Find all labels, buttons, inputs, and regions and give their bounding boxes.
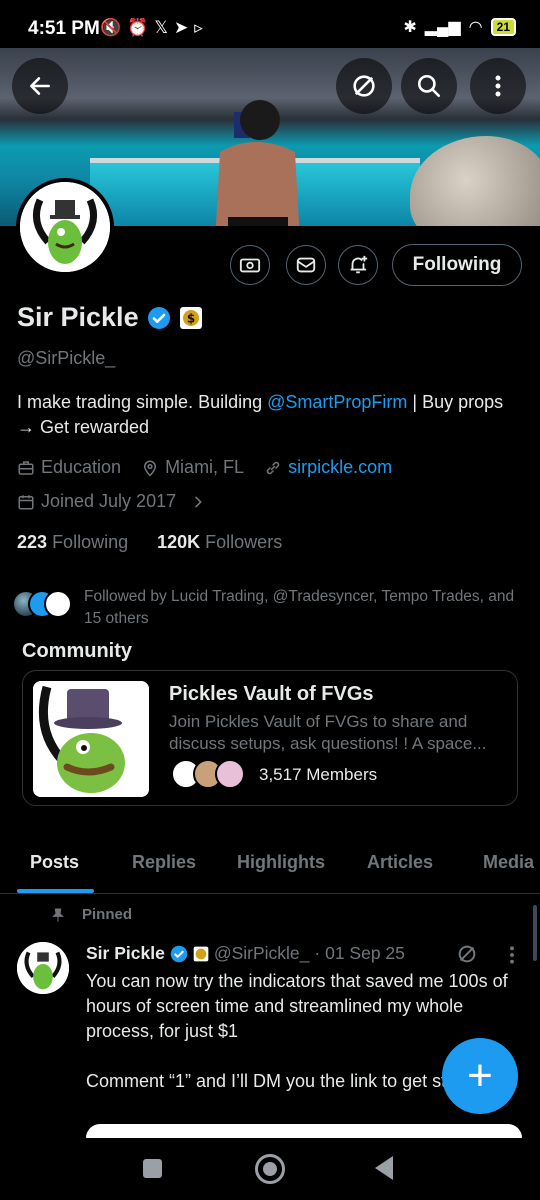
grok-icon[interactable] [456,943,478,965]
pin-icon [52,908,64,922]
post-author-avatar[interactable] [17,942,69,994]
profile-joined: Joined July 2017 [41,491,177,511]
followed-by-avatars[interactable] [12,588,82,624]
chevron-right-icon [195,496,202,507]
bio-text-1: I make trading simple. Building [17,392,268,412]
affiliate-badge-icon [193,946,209,961]
tab-articles[interactable]: Articles [367,852,433,873]
banner-rock [410,136,540,226]
message-button[interactable] [286,245,326,285]
profile-category[interactable]: Education [41,457,121,478]
community-section-title: Community [22,640,132,662]
subscribe-button[interactable] [230,245,270,285]
bell-plus-icon [350,255,368,274]
pinned-label: Pinned [82,906,133,923]
followed-by-text[interactable]: Followed by Lucid Trading, @Tradesyncer,… [84,586,524,630]
battery-icon: 21 [490,18,516,36]
banner-person [215,100,300,226]
money-icon [239,258,261,273]
community-card[interactable]: Pickles Vault of FVGs Join Pickles Vault… [22,670,518,806]
profile-meta-row: Education Miami, FL sirpickle.com [17,457,392,478]
follower-avatar [44,590,72,618]
link-icon [266,461,280,474]
profile-tabs: Posts Replies Highlights Articles Media [0,838,540,894]
followers-stat[interactable]: 120K Followers [157,532,282,552]
profile-name: Sir Pickle [17,302,139,332]
grok-icon [353,75,375,97]
calendar-icon [18,494,34,509]
active-tab-indicator [17,889,94,893]
profile-name-row: Sir Pickle $ [17,302,203,333]
tab-replies[interactable]: Replies [132,852,196,873]
verified-badge-icon[interactable] [147,306,171,330]
recents-button[interactable] [143,1159,162,1178]
bluetooth-icon: ✱ [403,19,417,36]
community-member-avatars [171,759,251,791]
followers-label: Followers [205,532,283,552]
grok-button[interactable] [336,58,392,114]
profile-bio: I make trading simple. Building @SmartPr… [17,390,517,440]
community-members: 3,517 Members [259,765,378,784]
followers-count: 120K [157,532,201,552]
member-avatar [215,759,245,789]
profile-website-link[interactable]: sirpickle.com [288,457,392,478]
affiliate-badge-icon[interactable]: $ [179,306,203,330]
following-count: 223 [17,532,48,552]
envelope-icon [296,257,316,273]
tab-highlights[interactable]: Highlights [237,852,325,873]
pickle-avatar-image [17,942,69,994]
compose-post-button[interactable]: + [442,1038,518,1114]
verified-badge-icon [170,945,188,962]
android-nav-bar [0,1138,540,1200]
back-arrow-icon [30,77,50,95]
profile-handle: @SirPickle_ [17,348,116,368]
system-icons: ✱ ▂▄▆ ◠ 21 [403,17,516,37]
community-image [33,681,149,797]
clock: 4:51 PM [28,18,100,39]
following-stat[interactable]: 223 Following [17,532,128,552]
home-button[interactable] [255,1154,285,1184]
post-author-handle: @SirPickle_ [213,943,310,963]
community-pickle-image [33,681,149,797]
bio-mention-link[interactable]: @SmartPropFirm [267,392,407,412]
profile-stats: 223 Following 120K Followers [17,532,282,553]
community-description: Join Pickles Vault of FVGs to share and … [169,712,487,753]
status-bar: 4:51 PM 🔇⏰𝕏➤▹ ✱ ▂▄▆ ◠ 21 [0,0,540,48]
post-date: · 01 Sep 25 [314,943,405,963]
more-button[interactable] [470,58,526,114]
following-button[interactable]: Following [392,244,522,286]
profile-location: Miami, FL [165,457,245,477]
tab-posts[interactable]: Posts [30,852,79,873]
pinned-indicator: Pinned [50,906,132,923]
search-button[interactable] [401,58,457,114]
location-icon [144,460,157,477]
notification-icons: 🔇⏰𝕏➤▹ [100,18,209,37]
post-media-card[interactable] [86,1124,522,1138]
wifi-icon: ◠ [468,19,483,36]
post-author-name[interactable]: Sir Pickle [86,943,165,964]
following-label: Following [52,532,129,552]
community-name: Pickles Vault of FVGs [169,683,374,705]
more-vertical-icon [495,75,501,97]
briefcase-icon [18,460,34,475]
tab-media[interactable]: Media [483,852,534,873]
signal-icon: ▂▄▆ [424,19,461,36]
back-nav-button[interactable] [375,1156,393,1180]
svg-text:$: $ [186,311,194,325]
profile-avatar[interactable] [16,178,114,276]
profile-joined-row[interactable]: Joined July 2017 [17,491,206,512]
scrollbar[interactable] [533,905,537,961]
pickle-avatar-image [20,182,110,272]
search-icon [417,74,441,98]
back-button[interactable] [12,58,68,114]
post-text-paragraph: You can now try the indicators that save… [86,971,508,1041]
notify-button[interactable] [338,245,378,285]
post-more-icon[interactable] [508,945,516,965]
post-header: Sir Pickle @SirPickle_ · 01 Sep 25 [86,943,405,964]
